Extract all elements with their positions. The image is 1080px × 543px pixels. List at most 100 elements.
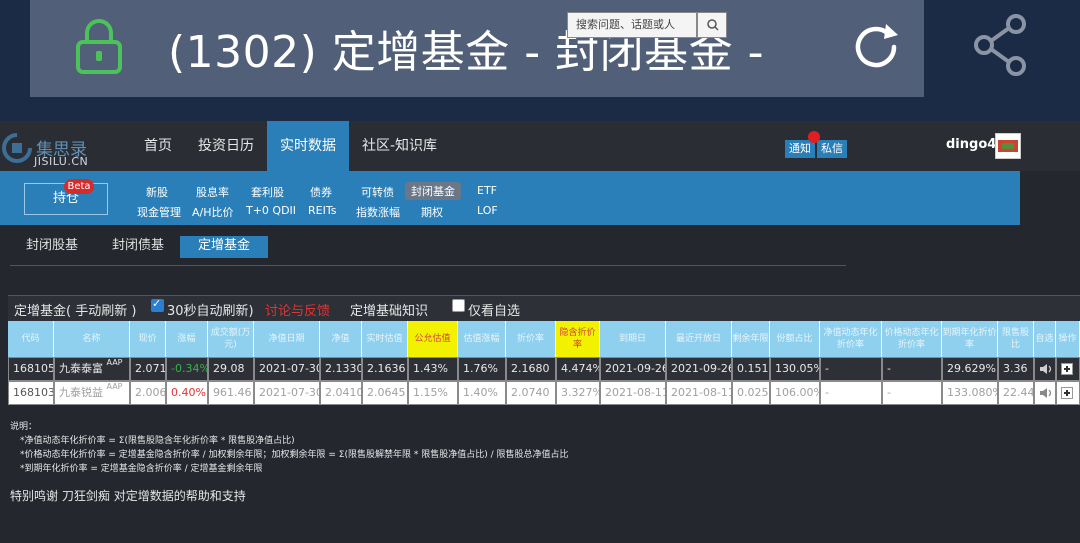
header-est-change[interactable]: 估值涨幅 (458, 321, 506, 357)
cell-change: 0.40% (166, 381, 208, 405)
only-watch-label[interactable]: 仅看自选 (468, 300, 520, 319)
site-logo[interactable]: 集思录 JISILU.CN (0, 129, 92, 168)
subnav-cash[interactable]: 现金管理 (137, 204, 181, 220)
subnav-dividend[interactable]: 股息率 (196, 184, 229, 200)
discuss-link[interactable]: 讨论与反馈 (265, 300, 330, 319)
cell-code[interactable]: 168105 (8, 357, 54, 381)
subnav-index-change[interactable]: 指数涨幅 (356, 204, 400, 220)
tab-closed-stock[interactable]: 封闭股基 (26, 236, 78, 258)
plus-icon[interactable] (1061, 363, 1073, 375)
logo-text-en: JISILU.CN (34, 155, 89, 168)
header-watch[interactable]: 自选 (1034, 321, 1056, 357)
subnav-qdii[interactable]: T+0 QDII (246, 204, 296, 217)
cell-name-text[interactable]: 九泰泰富 (59, 362, 103, 375)
header-nav[interactable]: 净值 (320, 321, 362, 357)
header-due-annual[interactable]: 到期年化折价率 (942, 321, 998, 357)
subnav-arbitrage[interactable]: 套利股 (251, 184, 284, 200)
header-change[interactable]: 涨幅 (166, 321, 208, 357)
search-icon (707, 19, 719, 31)
notes: 说明： *净值动态年化折价率 = Σ(限售股隐含年化折价率 * 限售股净值占比)… (10, 420, 568, 476)
cell-share-ratio: 106.00% (770, 381, 820, 405)
nav-community[interactable]: 社区-知识库 (362, 121, 437, 171)
thanks-line: 特别鸣谢 刀狂剑痴 对定增数据的帮助和支持 (10, 487, 246, 504)
thanks-prefix: 特别鸣谢 (10, 489, 59, 503)
header-fair-value[interactable]: 公允估值 (408, 321, 458, 357)
only-watch-checkbox[interactable] (452, 299, 465, 312)
notes-title: 说明： (10, 422, 38, 432)
cell-fair-value: 1.15% (408, 381, 458, 405)
subnav-etf[interactable]: ETF (477, 184, 497, 197)
subnav-options[interactable]: 期权 (421, 204, 443, 220)
cell-action[interactable] (1056, 357, 1080, 381)
header-nav-annual[interactable]: 净值动态年化折价率 (820, 321, 882, 357)
subnav-lof[interactable]: LOF (477, 204, 498, 217)
header-estimate[interactable]: 实时估值 (362, 321, 408, 357)
cell-volume: 29.08 (208, 357, 254, 381)
header-due-date[interactable]: 到期日 (600, 321, 666, 357)
cell-code[interactable]: 168103 (8, 381, 54, 405)
thanks-name-link[interactable]: 刀狂剑痴 (62, 489, 110, 503)
subnav-ah-ratio[interactable]: A/H比价 (192, 204, 234, 220)
cell-name[interactable]: 九泰锐益 AAP (54, 381, 130, 405)
message-button[interactable]: 私信 (817, 140, 847, 158)
note-line: *到期年化折价率 = 定增基金隐含折价率 / 定增基金剩余年限 (20, 464, 263, 474)
note-line: *价格动态年化折价率 = 定增基金隐含折价率 / 加权剩余年限；加权剩余年限 =… (20, 450, 569, 460)
cell-nav-annual: - (820, 357, 882, 381)
subnav-ipo[interactable]: 新股 (146, 184, 168, 200)
table-title[interactable]: 定增基金( 手动刷新 ) (14, 300, 136, 319)
cell-watch[interactable] (1034, 357, 1056, 381)
cell-nav-date: 2021-07-30 (254, 381, 320, 405)
subnav-convertible[interactable]: 可转债 (361, 184, 394, 200)
header-action[interactable]: 操作 (1056, 321, 1080, 357)
table-header-row: 代码 名称 现价 涨幅 成交额(万元) 净值日期 净值 实时估值 公允估值 估值… (8, 321, 1080, 357)
speaker-icon[interactable] (1039, 387, 1053, 399)
share-icon[interactable] (972, 14, 1028, 76)
header-code[interactable]: 代码 (8, 321, 54, 357)
nav-realtime-data[interactable]: 实时数据 (267, 121, 349, 171)
cell-estimate: 2.1636 (362, 357, 408, 381)
cell-nav-annual: - (820, 381, 882, 405)
divider (10, 265, 846, 266)
header-volume[interactable]: 成交额(万元) (208, 321, 254, 357)
header-nav-date[interactable]: 净值日期 (254, 321, 320, 357)
search-input[interactable]: 搜索问题、话题或人 (567, 12, 697, 38)
nav-calendar[interactable]: 投资日历 (198, 121, 254, 171)
table-row[interactable]: 168103 九泰锐益 AAP 2.006 0.40% 961.46 2021-… (8, 381, 1080, 405)
header-share-ratio[interactable]: 份额占比 (770, 321, 820, 357)
cell-name[interactable]: 九泰泰富 AAP (54, 357, 130, 381)
header-implied-discount[interactable]: 隐含折价率 (556, 321, 600, 357)
cell-years: 0.151 (732, 357, 770, 381)
header-discount[interactable]: 折价率 (506, 321, 556, 357)
cell-est-change: 1.40% (458, 381, 506, 405)
speaker-icon[interactable] (1039, 363, 1053, 375)
cell-price: 2.071 (130, 357, 166, 381)
header-restricted-ratio[interactable]: 限售股比 (998, 321, 1034, 357)
tab-closed-bond[interactable]: 封闭债基 (112, 236, 164, 258)
cell-open-date: 2021-08-11 (666, 381, 732, 405)
cell-restricted-ratio: 3.36 (998, 357, 1034, 381)
header-years[interactable]: 剩余年限 (732, 321, 770, 357)
knowledge-link[interactable]: 定增基础知识 (350, 300, 428, 319)
nav-home[interactable]: 首页 (144, 121, 172, 171)
header-price[interactable]: 现价 (130, 321, 166, 357)
cell-action[interactable] (1056, 381, 1080, 405)
header-open-date[interactable]: 最近开放日 (666, 321, 732, 357)
subnav-closed-fund[interactable]: 封闭基金 (405, 182, 461, 200)
subnav-bonds[interactable]: 债券 (310, 184, 332, 200)
cell-change: -0.34% (166, 357, 208, 381)
reload-icon[interactable] (848, 20, 906, 74)
header-name[interactable]: 名称 (54, 321, 130, 357)
notify-button[interactable]: 通知 (785, 140, 815, 158)
search-button[interactable] (697, 12, 727, 38)
tab-private-placement[interactable]: 定增基金 (180, 236, 269, 258)
plus-icon[interactable] (1061, 387, 1073, 399)
header-price-annual[interactable]: 价格动态年化折价率 (882, 321, 942, 357)
auto-refresh-checkbox[interactable] (151, 297, 164, 312)
cell-implied: 4.474% (556, 357, 600, 381)
table-row[interactable]: 168105 九泰泰富 AAP 2.071 -0.34% 29.08 2021-… (8, 357, 1080, 381)
cell-watch[interactable] (1034, 381, 1056, 405)
avatar[interactable] (995, 133, 1021, 159)
cell-name-text[interactable]: 九泰锐益 (59, 386, 103, 399)
auto-refresh-label[interactable]: 30秒自动刷新) (167, 300, 254, 319)
subnav-reits[interactable]: REITs (308, 204, 336, 217)
